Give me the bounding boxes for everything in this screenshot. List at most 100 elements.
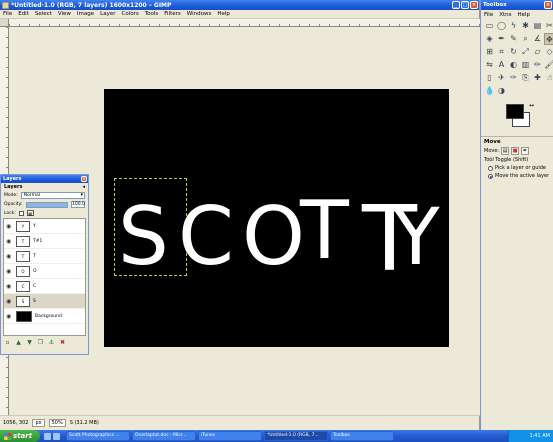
move-active-layer-radio[interactable] — [488, 173, 493, 179]
maximize-button[interactable]: □ — [461, 1, 469, 9]
image-canvas[interactable]: S C O T T Y — [104, 89, 449, 347]
ie-icon[interactable] — [44, 432, 51, 440]
toolbox-menu-file[interactable]: File — [484, 12, 493, 18]
eye-icon[interactable]: ◉ — [6, 283, 13, 289]
duplicate-layer-icon[interactable]: ❐ — [37, 339, 44, 346]
layer-row[interactable]: ◉ T T — [4, 249, 85, 264]
pick-layer-radio[interactable] — [488, 165, 493, 171]
opacity-spin[interactable]: 100.0 — [71, 201, 85, 208]
move-selection-icon[interactable]: ■ — [511, 147, 520, 155]
task-overlaptut-doc[interactable]: Overlaptut.doc - Micr... — [132, 431, 196, 441]
color-picker-icon[interactable]: ✎ — [508, 33, 519, 45]
task-toolbox[interactable]: Toolbox — [330, 431, 394, 441]
menu-edit[interactable]: Edit — [18, 11, 29, 17]
color-select-icon[interactable]: ▤ — [532, 20, 543, 32]
paintbrush-icon[interactable]: 🖌 — [544, 59, 553, 71]
toolbox-titlebar[interactable]: Toolbox × — [481, 0, 553, 10]
menu-image[interactable]: Image — [77, 11, 94, 17]
menu-tools[interactable]: Tools — [145, 11, 159, 17]
move-path-icon[interactable]: ✒ — [521, 147, 530, 155]
blur-icon[interactable]: 💧 — [484, 85, 495, 97]
layer-row-selected[interactable]: ◉ S S — [4, 294, 85, 309]
airbrush-icon[interactable]: ✈ — [496, 72, 507, 84]
layer-row[interactable]: ◉ Y Y — [4, 219, 85, 234]
eye-icon[interactable]: ◉ — [6, 268, 13, 274]
blend-icon[interactable]: ▥ — [520, 59, 531, 71]
lock-alpha-checkbox[interactable] — [18, 210, 24, 216]
zoom-icon[interactable]: ⌕ — [520, 33, 531, 45]
eye-icon[interactable]: ◉ — [6, 253, 13, 259]
tab-menu-icon[interactable]: ◂ — [82, 184, 85, 190]
foreground-color-swatch[interactable] — [506, 104, 524, 119]
paths-icon[interactable]: ✒ — [496, 33, 507, 45]
eye-icon[interactable]: ◉ — [6, 238, 13, 244]
opacity-slider[interactable] — [25, 201, 68, 208]
swap-colors-icon[interactable]: ↔ — [529, 102, 534, 109]
mode-combo[interactable]: Normal — [20, 192, 85, 199]
heal-icon[interactable]: ✚ — [532, 72, 543, 84]
eye-icon[interactable]: ◉ — [6, 313, 13, 319]
layer-row[interactable]: ◉ T T#1 — [4, 234, 85, 249]
move-layer-icon[interactable]: ▤ — [501, 147, 510, 155]
raise-layer-icon[interactable]: ▲ — [15, 339, 22, 346]
toolbox-menu-xtns[interactable]: Xtns — [499, 12, 511, 18]
task-itunes[interactable]: iTunes — [198, 431, 262, 441]
clone-icon[interactable]: ⎘ — [520, 72, 531, 84]
fuzzy-select-icon[interactable]: ✱ — [520, 20, 531, 32]
menu-colors[interactable]: Colors — [121, 11, 138, 17]
crop-icon[interactable]: ⌗ — [496, 46, 507, 58]
menu-layer[interactable]: Layer — [100, 11, 115, 17]
layer-row[interactable]: ◉ Background — [4, 309, 85, 324]
menu-windows[interactable]: Windows — [187, 11, 212, 17]
new-layer-icon[interactable]: ▫ — [4, 339, 11, 346]
menu-file[interactable]: File — [3, 11, 12, 17]
horizontal-ruler[interactable] — [9, 19, 480, 27]
layer-row[interactable]: ◉ C C — [4, 279, 85, 294]
flip-icon[interactable]: ⇋ — [484, 59, 495, 71]
shear-icon[interactable]: ▱ — [532, 46, 543, 58]
eraser-icon[interactable]: ▯ — [484, 72, 495, 84]
eye-icon[interactable]: ◉ — [6, 298, 13, 304]
eye-icon[interactable]: ◉ — [6, 223, 13, 229]
scissors-icon[interactable]: ✂ — [544, 20, 553, 32]
move-tool-icon[interactable]: ✥ — [544, 33, 553, 45]
delete-layer-icon[interactable]: ✖ — [59, 339, 66, 346]
bucket-fill-icon[interactable]: ◐ — [508, 59, 519, 71]
rect-select-icon[interactable]: ▭ — [484, 20, 495, 32]
ellipse-select-icon[interactable]: ◯ — [496, 20, 507, 32]
start-button[interactable]: start — [0, 430, 40, 442]
zoom-selector[interactable]: 50% — [48, 419, 66, 427]
task-scott-photographics[interactable]: Scott Photographics ... — [66, 431, 130, 441]
toolbox-close-button[interactable]: × — [544, 1, 552, 9]
image-window-titlebar[interactable]: *Untitled-1.0 (RGB, 7 layers) 1600x1200 … — [0, 0, 479, 10]
menu-help[interactable]: Help — [217, 11, 230, 17]
pencil-icon[interactable]: ✏ — [532, 59, 543, 71]
ruler-corner[interactable] — [0, 19, 9, 27]
menu-filters[interactable]: Filters — [164, 11, 181, 17]
lower-layer-icon[interactable]: ▼ — [26, 339, 33, 346]
close-button[interactable]: × — [470, 1, 478, 9]
minimize-button[interactable]: _ — [452, 1, 460, 9]
show-desktop-icon[interactable] — [53, 432, 60, 440]
toolbox-menu-help[interactable]: Help — [518, 12, 531, 18]
text-tool-icon[interactable]: A — [496, 59, 507, 71]
rotate-icon[interactable]: ↻ — [508, 46, 519, 58]
measure-icon[interactable]: ∡ — [532, 33, 543, 45]
dodge-burn-icon[interactable]: ◑ — [496, 85, 507, 97]
ink-icon[interactable]: ✑ — [508, 72, 519, 84]
free-select-icon[interactable]: ϟ — [508, 20, 519, 32]
scale-icon[interactable]: ⤢ — [520, 46, 531, 58]
unit-selector[interactable]: px — [32, 419, 45, 427]
clock[interactable]: 1:41 AM — [529, 433, 550, 439]
align-icon[interactable]: ⊞ — [484, 46, 495, 58]
layers-close-button[interactable]: × — [81, 176, 87, 182]
anchor-layer-icon[interactable]: ⚓ — [48, 339, 55, 346]
smudge-icon[interactable]: ☝ — [544, 72, 553, 84]
menu-view[interactable]: View — [58, 11, 71, 17]
task-gimp-untitled[interactable]: *Untitled-1.0 (RGB, 7... — [264, 431, 328, 441]
foreground-select-icon[interactable]: ◈ — [484, 33, 495, 45]
menu-select[interactable]: Select — [35, 11, 52, 17]
layer-row[interactable]: ◉ O O — [4, 264, 85, 279]
layers-titlebar[interactable]: Layers × — [1, 175, 88, 183]
perspective-icon[interactable]: ◇ — [544, 46, 553, 58]
